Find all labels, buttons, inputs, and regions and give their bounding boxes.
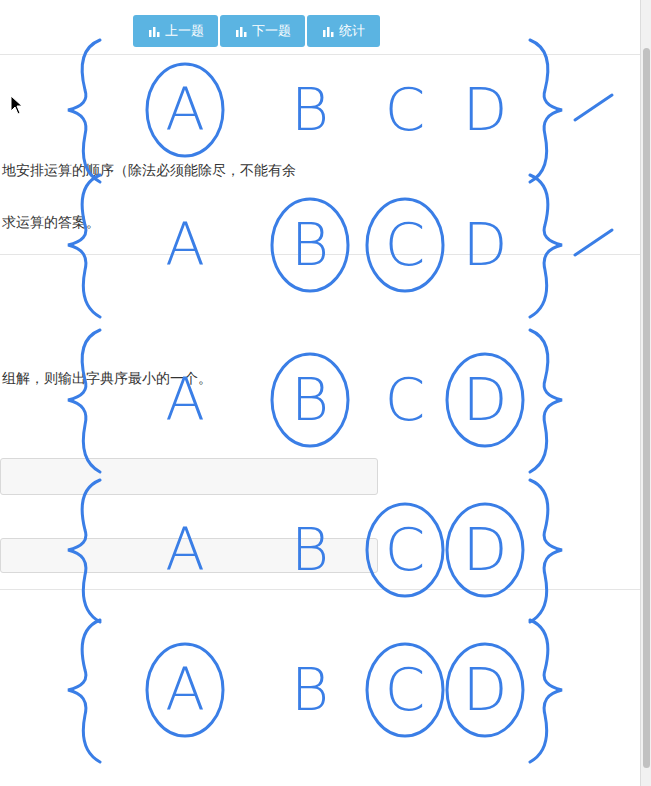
letter-circle	[147, 644, 223, 736]
handwritten-letter: A	[155, 213, 215, 277]
right-brace	[530, 40, 562, 182]
bar-chart-icon	[235, 25, 247, 37]
ink-annotation: ABCDABCDABCDABCDABCD	[0, 0, 651, 786]
letter-circle	[367, 354, 443, 446]
handwritten-letter: C	[375, 658, 435, 722]
left-brace	[68, 480, 100, 622]
check-mark	[575, 230, 612, 255]
bar-chart-icon	[148, 25, 160, 37]
handwritten-letter: B	[280, 518, 340, 582]
right-brace	[530, 330, 562, 472]
handwritten-letter: A	[155, 368, 215, 432]
letter-circle	[147, 199, 223, 291]
cursor-icon	[10, 95, 24, 115]
scrollbar[interactable]	[640, 0, 651, 786]
handwritten-letter: B	[280, 368, 340, 432]
letter-circle	[272, 354, 348, 446]
handwritten-letter: B	[280, 658, 340, 722]
sample-input-box[interactable]	[0, 458, 378, 495]
toolbar: 上一题下一题统计	[0, 0, 640, 55]
letter-circle	[367, 504, 443, 596]
check-mark	[575, 95, 612, 120]
left-brace	[68, 330, 100, 472]
letter-circle	[447, 354, 523, 446]
bar-chart-icon	[322, 25, 334, 37]
handwritten-letter: C	[375, 368, 435, 432]
left-brace	[68, 175, 100, 317]
handwritten-letter: D	[455, 213, 515, 277]
nav-button[interactable]: 下一题	[220, 15, 305, 47]
letter-circle	[447, 199, 523, 291]
handwritten-letter: A	[155, 518, 215, 582]
handwritten-letter: D	[455, 658, 515, 722]
right-brace	[530, 480, 562, 622]
check-icon	[575, 230, 612, 255]
letter-circle	[272, 644, 348, 736]
handwritten-letter: A	[155, 78, 215, 142]
check-icon	[575, 95, 612, 120]
letter-circle	[447, 504, 523, 596]
nav-button[interactable]: 统计	[307, 15, 380, 47]
handwritten-letter: A	[155, 658, 215, 722]
handwritten-letter: C	[375, 213, 435, 277]
handwritten-letter: D	[455, 78, 515, 142]
left-brace	[68, 620, 100, 762]
letter-circle	[367, 199, 443, 291]
letter-circle	[272, 64, 348, 156]
handwritten-letter: D	[455, 368, 515, 432]
handwritten-letter: C	[375, 518, 435, 582]
right-brace	[530, 175, 562, 317]
letter-circle	[367, 64, 443, 156]
letter-circle	[447, 64, 523, 156]
letter-circle	[367, 644, 443, 736]
letter-circle	[147, 64, 223, 156]
handwritten-letter: B	[280, 213, 340, 277]
left-brace	[68, 40, 100, 182]
nav-button[interactable]: 上一题	[133, 15, 218, 47]
letter-circle	[447, 644, 523, 736]
letter-circle	[272, 504, 348, 596]
scrollbar-thumb[interactable]	[643, 48, 650, 768]
handwritten-letter: D	[455, 518, 515, 582]
letter-circle	[147, 354, 223, 446]
letter-circle	[147, 504, 223, 596]
handwritten-letter: C	[375, 78, 435, 142]
letter-circle	[272, 199, 348, 291]
right-brace	[530, 620, 562, 762]
handwritten-letter: B	[280, 78, 340, 142]
